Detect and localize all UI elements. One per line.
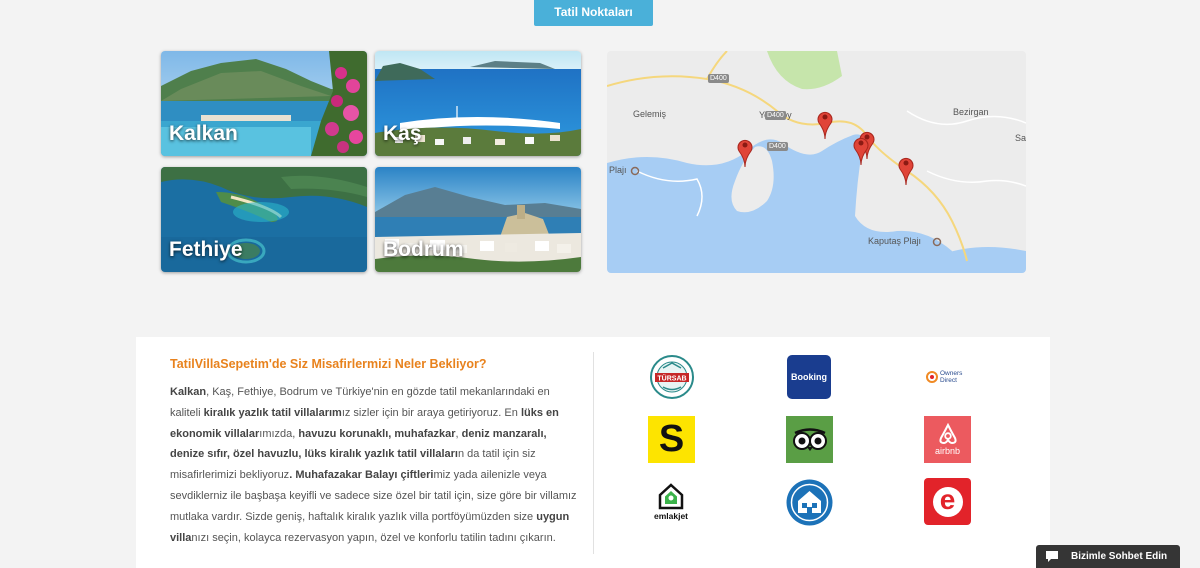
owl-icon: [792, 427, 827, 451]
destination-name: Kaş: [383, 122, 422, 145]
map-pin-icon[interactable]: [853, 135, 869, 165]
house-icon: [786, 479, 833, 526]
tursab-logo[interactable]: TÜRSAB: [649, 354, 695, 400]
owners-direct-logo[interactable]: Owners Direct: [923, 362, 973, 392]
road-badge-d400: D400: [708, 74, 729, 83]
house-pin-icon: [658, 483, 684, 510]
s-logo-text: S: [658, 418, 685, 460]
panel-description: Kalkan, Kaş, Fethiye, Bodrum ve Türkiye'…: [170, 382, 577, 548]
panel-title: TatilVillaSepetim'de Siz Misafirlermizi …: [170, 357, 487, 371]
map-pin-icon[interactable]: [898, 155, 914, 185]
destination-card-bodrum[interactable]: Bodrum: [375, 167, 581, 272]
map-background: [607, 51, 1026, 273]
tab-tatil-noktalari[interactable]: Tatil Noktaları: [534, 0, 653, 26]
tripadvisor-logo[interactable]: [786, 416, 833, 463]
map-label-bezirgan: Bezirgan: [953, 107, 989, 117]
map-label-sa: Sa: [1015, 133, 1026, 143]
map-label-gelemis: Gelemiş: [633, 109, 667, 119]
airbnb-logo-text: airbnb: [934, 446, 961, 456]
map-pin-icon[interactable]: [737, 137, 753, 167]
road-badge-d400: D400: [767, 142, 788, 151]
emlak-e-logo-text: e: [939, 483, 956, 515]
booking-logo[interactable]: Booking: [787, 355, 831, 399]
booking-logo-text: Booking: [791, 372, 827, 382]
tursab-logo-text: TÜRSAB: [657, 374, 686, 383]
info-panel: TatilVillaSepetim'de Siz Misafirlermizi …: [136, 337, 1050, 568]
owners-direct-logo-text: Owners Direct: [940, 370, 963, 384]
map-label-kaputas: Kaputaş Plajı: [868, 236, 922, 246]
emlak-e-logo[interactable]: e: [924, 478, 971, 525]
destination-card-kalkan[interactable]: Kalkan: [161, 51, 367, 156]
chat-bubble-icon: [1046, 551, 1058, 562]
road-badge-d400: D400: [765, 111, 786, 120]
panel-divider: [593, 352, 594, 554]
airbnb-logo[interactable]: airbnb: [924, 416, 971, 463]
destination-name: Fethiye: [169, 238, 243, 261]
paragraph-segment: ız sizler için bir araya getiriyoruz. En: [341, 406, 521, 419]
emlakjet-logo-text: emlakjet: [653, 511, 689, 521]
paragraph-bold-segment: kiralık yazlık tatil villalarım: [203, 406, 342, 419]
map-label-plaji: Plajı: [609, 165, 627, 175]
destination-name: Bodrum: [383, 238, 464, 261]
paragraph-segment: nızı seçin, kolayca rezervasyon yapın, ö…: [191, 531, 556, 544]
map-pin-icon[interactable]: [817, 109, 833, 139]
chat-label: Bizimle Sohbet Edin: [1071, 551, 1168, 562]
destination-card-fethiye[interactable]: Fethiye: [161, 167, 367, 272]
destination-name: Kalkan: [169, 122, 238, 145]
paragraph-bold-segment: Muhafazakar Balayı çiftleri: [295, 469, 434, 482]
paragraph-segment: ımızda,: [259, 427, 299, 440]
paragraph-bold-segment: havuzu korunaklı, muhafazkar: [298, 427, 456, 440]
paragraph-bold-segment: Kalkan: [170, 386, 207, 398]
location-map[interactable]: Yeşilköy Gelemiş Bezirgan Plajı Kaputaş …: [607, 51, 1026, 273]
homeaway-logo[interactable]: [786, 479, 833, 526]
destination-card-kas[interactable]: Kaş: [375, 51, 581, 156]
chat-widget-button[interactable]: Bizimle Sohbet Edin: [1036, 545, 1180, 568]
airbnb-icon: [938, 423, 957, 445]
s-logo[interactable]: S: [648, 416, 695, 463]
emlakjet-logo[interactable]: emlakjet: [647, 479, 695, 525]
